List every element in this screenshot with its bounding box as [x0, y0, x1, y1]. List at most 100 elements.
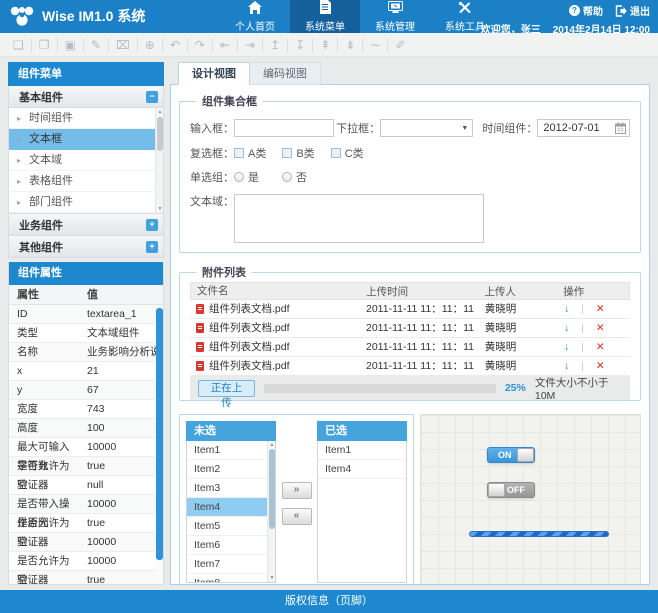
toggle-off-switch[interactable]: OFF	[487, 482, 535, 498]
menu-item[interactable]: ▸ 表格组件	[9, 171, 163, 192]
new-file-icon[interactable]: ❏	[6, 38, 32, 52]
delete-icon[interactable]: ⌧	[109, 38, 138, 52]
page-down-icon[interactable]: ⇟	[338, 38, 363, 52]
scroll-up-icon[interactable]: ▲	[156, 109, 164, 115]
tab-design-view[interactable]: 设计视图	[178, 62, 250, 85]
accordion-basic-components[interactable]: 基本组件 −	[8, 86, 164, 108]
download-icon[interactable]: ↓	[564, 341, 569, 353]
attachment-row: 组件列表文档.pdf 2011-11-11 11：11：11 黄晓明 ↓ | ✕	[190, 319, 630, 338]
radio-option[interactable]: 否	[282, 169, 307, 185]
menu-scrollbar[interactable]: ▲ ▼	[155, 108, 163, 213]
checkbox[interactable]	[282, 148, 292, 158]
uploading-button[interactable]: 正在上传	[198, 380, 255, 397]
list-item[interactable]: Item4	[187, 498, 275, 517]
list-item[interactable]: Item2	[187, 460, 275, 479]
save-icon[interactable]: ▣	[58, 38, 84, 52]
draw-icon[interactable]: ✐	[388, 38, 412, 52]
transfer-box: 未选 Item1Item2Item3Item4Item5Item6Item7It…	[179, 414, 414, 585]
upload-progress-bar	[264, 384, 496, 393]
accordion-other-components[interactable]: 其他组件 +	[8, 236, 164, 258]
list-item[interactable]: Item6	[187, 536, 275, 555]
radio-button[interactable]	[234, 172, 244, 182]
scroll-up-icon[interactable]: ▲	[268, 442, 276, 448]
scroll-down-icon[interactable]: ▼	[268, 575, 276, 581]
toggle-knob[interactable]	[488, 483, 505, 497]
expand-icon[interactable]: +	[146, 241, 158, 253]
logo-icon	[10, 5, 34, 27]
delete-icon[interactable]: ✕	[596, 360, 605, 372]
list-item[interactable]: Item1	[318, 441, 406, 460]
tab-code-view[interactable]: 编码视图	[250, 62, 321, 85]
align-left-icon[interactable]: ⇤	[213, 38, 238, 52]
radio-option[interactable]: 是	[234, 169, 259, 185]
property-row: 验证器 null	[9, 476, 163, 495]
menu-item[interactable]: ▸ 文本域	[9, 150, 163, 171]
scroll-down-icon[interactable]: ▼	[156, 206, 164, 212]
nav-item-system-menu[interactable]: 系统菜单	[290, 0, 360, 33]
list-item[interactable]: Item8	[187, 574, 275, 583]
help-button[interactable]: ? 帮助	[569, 3, 603, 18]
move-down-icon[interactable]: ↧	[288, 38, 313, 52]
delete-icon[interactable]: ✕	[596, 303, 605, 315]
property-value: 21	[77, 362, 163, 380]
column-upload-time: 上传时间	[366, 283, 484, 299]
action-divider: |	[581, 303, 584, 315]
move-left-button[interactable]: «	[282, 508, 312, 525]
calendar-icon[interactable]	[615, 122, 626, 139]
list-item[interactable]: Item4	[318, 460, 406, 479]
nav-item-home[interactable]: 个人首页	[220, 0, 290, 33]
checkbox[interactable]	[234, 148, 244, 158]
nav-item-system-admin[interactable]: 系统管理	[360, 0, 430, 33]
toggle-on-switch[interactable]: ON	[487, 447, 535, 463]
attachment-filename: 组件列表文档.pdf	[209, 300, 290, 319]
attachment-uploader: 黄晓明	[485, 319, 564, 337]
download-icon[interactable]: ↓	[564, 360, 569, 372]
redo-icon[interactable]: ↷	[188, 38, 213, 52]
move-right-button[interactable]: »	[282, 482, 312, 499]
list-item[interactable]: Item1	[187, 441, 275, 460]
property-key: 名称	[9, 343, 77, 361]
delete-icon[interactable]: ✕	[596, 341, 605, 353]
open-folder-icon[interactable]: ❐	[32, 38, 58, 52]
properties-scrollbar[interactable]	[156, 306, 163, 584]
checkbox-option[interactable]: C类	[331, 145, 364, 161]
expand-icon[interactable]: +	[146, 219, 158, 231]
list-item[interactable]: Item5	[187, 517, 275, 536]
download-icon[interactable]: ↓	[564, 303, 569, 315]
dropdown-select[interactable]: ▼	[380, 119, 473, 137]
textarea-field[interactable]	[234, 194, 484, 243]
checkbox-option[interactable]: A类	[234, 145, 266, 161]
delete-icon[interactable]: ✕	[596, 322, 605, 334]
undo-icon[interactable]: ↶	[163, 38, 188, 52]
accordion-business-components[interactable]: 业务组件 +	[8, 214, 164, 236]
align-right-icon[interactable]: ⇥	[238, 38, 263, 52]
scrollbar-thumb[interactable]	[269, 449, 275, 529]
attachment-row: 组件列表文档.pdf 2011-11-11 11：11：11 黄晓明 ↓ | ✕	[190, 338, 630, 357]
attachment-time: 2011-11-11 11：11：11	[366, 338, 485, 356]
scrollbar-thumb[interactable]	[156, 308, 163, 560]
scrollbar-thumb[interactable]	[157, 117, 163, 151]
component-collection-fieldset: 组件集合框 输入框： 下拉框： ▼ 时间组件： 2012-07-01	[179, 93, 641, 253]
collapse-icon[interactable]: −	[146, 91, 158, 103]
publish-icon[interactable]: ⊕	[138, 38, 163, 52]
edit-icon[interactable]: ✎	[84, 38, 109, 52]
list-scrollbar[interactable]: ▲ ▼	[267, 441, 275, 582]
toggle-knob[interactable]	[517, 448, 534, 462]
logout-button[interactable]: 退出	[615, 3, 650, 18]
property-value: 10000	[77, 533, 163, 551]
text-input[interactable]	[234, 119, 334, 137]
date-picker[interactable]: 2012-07-01	[537, 119, 630, 137]
move-up-icon[interactable]: ↥	[263, 38, 288, 52]
list-item[interactable]: Item3	[187, 479, 275, 498]
checkbox-option[interactable]: B类	[282, 145, 314, 161]
curve-icon[interactable]: ∼	[363, 38, 388, 52]
menu-item[interactable]: ▸ 文本框	[9, 129, 163, 150]
page-up-icon[interactable]: ⇞	[313, 38, 338, 52]
checkbox[interactable]	[331, 148, 341, 158]
list-item[interactable]: Item7	[187, 555, 275, 574]
radio-button[interactable]	[282, 172, 292, 182]
menu-item[interactable]: ▸ 部门组件	[9, 192, 163, 213]
download-icon[interactable]: ↓	[564, 322, 569, 334]
property-value: 743	[77, 400, 163, 418]
menu-item[interactable]: ▸ 时间组件	[9, 108, 163, 129]
